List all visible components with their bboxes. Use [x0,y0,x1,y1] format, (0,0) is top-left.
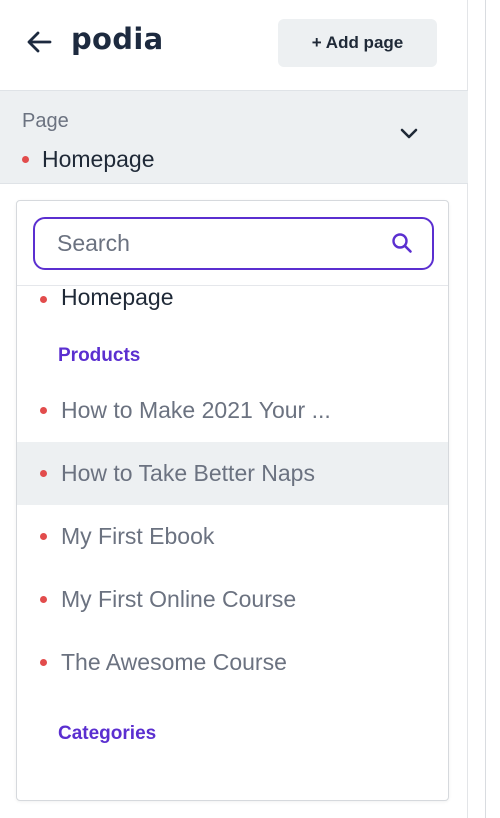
page-dropdown: Homepage Products How to Make 2021 Your … [16,200,449,801]
list-gap [17,694,448,715]
status-dot-icon [40,533,47,540]
list-item-label: My First Online Course [61,586,297,612]
search-icon [392,233,412,253]
arrow-left-icon[interactable] [26,30,52,54]
right-edge-panel [469,0,500,818]
status-dot-icon [40,470,47,477]
page-selector-value-row: Homepage [22,146,155,173]
page-editor-sidebar: podia + Add page Page Homepage Homepage … [0,0,468,818]
list-item[interactable]: The Awesome Course [17,631,448,694]
page-selector-label: Page [22,110,69,132]
list-item-label: How to Take Better Naps [61,460,315,486]
status-dot-icon [40,596,47,603]
group-label-products: Products [58,345,141,366]
group-label-categories: Categories [58,723,157,744]
status-dot-icon [40,659,47,666]
list-item[interactable]: My First Ebook [17,505,448,568]
page-selector-value: Homepage [42,146,155,172]
add-page-button[interactable]: + Add page [278,19,437,67]
status-dot-icon [22,156,29,163]
list-item-homepage[interactable]: Homepage [17,284,448,316]
list-item[interactable]: How to Take Better Naps [17,442,448,505]
list-item[interactable]: How to Make 2021 Your ... [17,379,448,442]
list-item-label: The Awesome Course [61,649,287,675]
sidebar-header: podia + Add page [0,0,468,90]
list-item[interactable]: My First Online Course [17,568,448,631]
podia-logo[interactable]: podia [71,22,163,56]
status-dot-icon [40,407,47,414]
list-item-label: Homepage [61,284,174,310]
list-item-label: How to Make 2021 Your ... [61,397,331,423]
status-dot-icon [40,296,47,303]
page-selector[interactable]: Page Homepage [0,90,468,184]
chevron-down-icon[interactable] [399,127,419,141]
list-item-label: My First Ebook [61,523,215,549]
panel-divider [485,0,486,818]
search-box[interactable] [33,217,434,270]
search-input[interactable] [57,219,377,268]
page-list: Homepage Products How to Make 2021 Your … [17,284,448,757]
